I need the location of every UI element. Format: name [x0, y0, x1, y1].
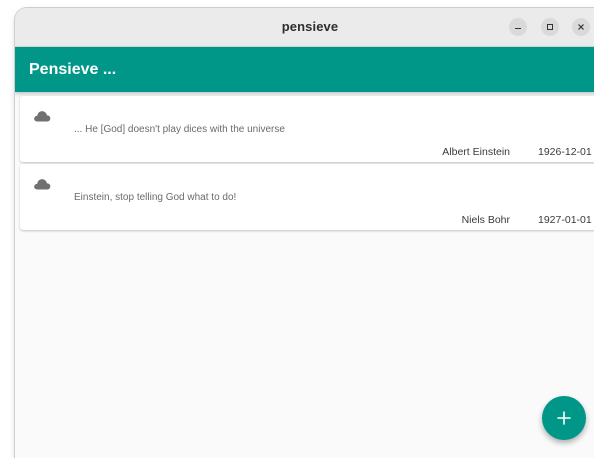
app-title: Pensieve ...: [29, 61, 117, 78]
desktop: pensieve Pensieve ... ... He [God] doesn…: [0, 0, 594, 458]
maximize-icon: [547, 24, 553, 30]
add-quote-button[interactable]: [542, 396, 586, 440]
quote-date: 1926-12-01: [538, 146, 592, 158]
window-title: pensieve: [281, 19, 339, 34]
app-window: pensieve Pensieve ... ... He [God] doesn…: [15, 8, 594, 458]
close-icon: [578, 24, 584, 30]
plus-icon: [557, 411, 571, 425]
quote-card[interactable]: ... He [God] doesn't play dices with the…: [20, 96, 594, 162]
minimize-icon: [515, 28, 521, 29]
quote-text: Einstein, stop telling God what to do!: [74, 192, 237, 203]
app-bar: Pensieve ...: [15, 47, 594, 92]
close-button[interactable]: [572, 18, 590, 36]
quote-date: 1927-01-01: [538, 214, 592, 226]
window-titlebar[interactable]: pensieve: [15, 8, 594, 47]
maximize-button[interactable]: [541, 18, 559, 36]
quote-author: Albert Einstein: [442, 146, 510, 158]
cloud-icon: [34, 179, 51, 190]
quote-card[interactable]: Einstein, stop telling God what to do! N…: [20, 164, 594, 230]
quote-author: Niels Bohr: [461, 214, 510, 226]
cloud-icon: [34, 111, 51, 122]
quote-text: ... He [God] doesn't play dices with the…: [74, 124, 285, 135]
minimize-button[interactable]: [509, 18, 527, 36]
